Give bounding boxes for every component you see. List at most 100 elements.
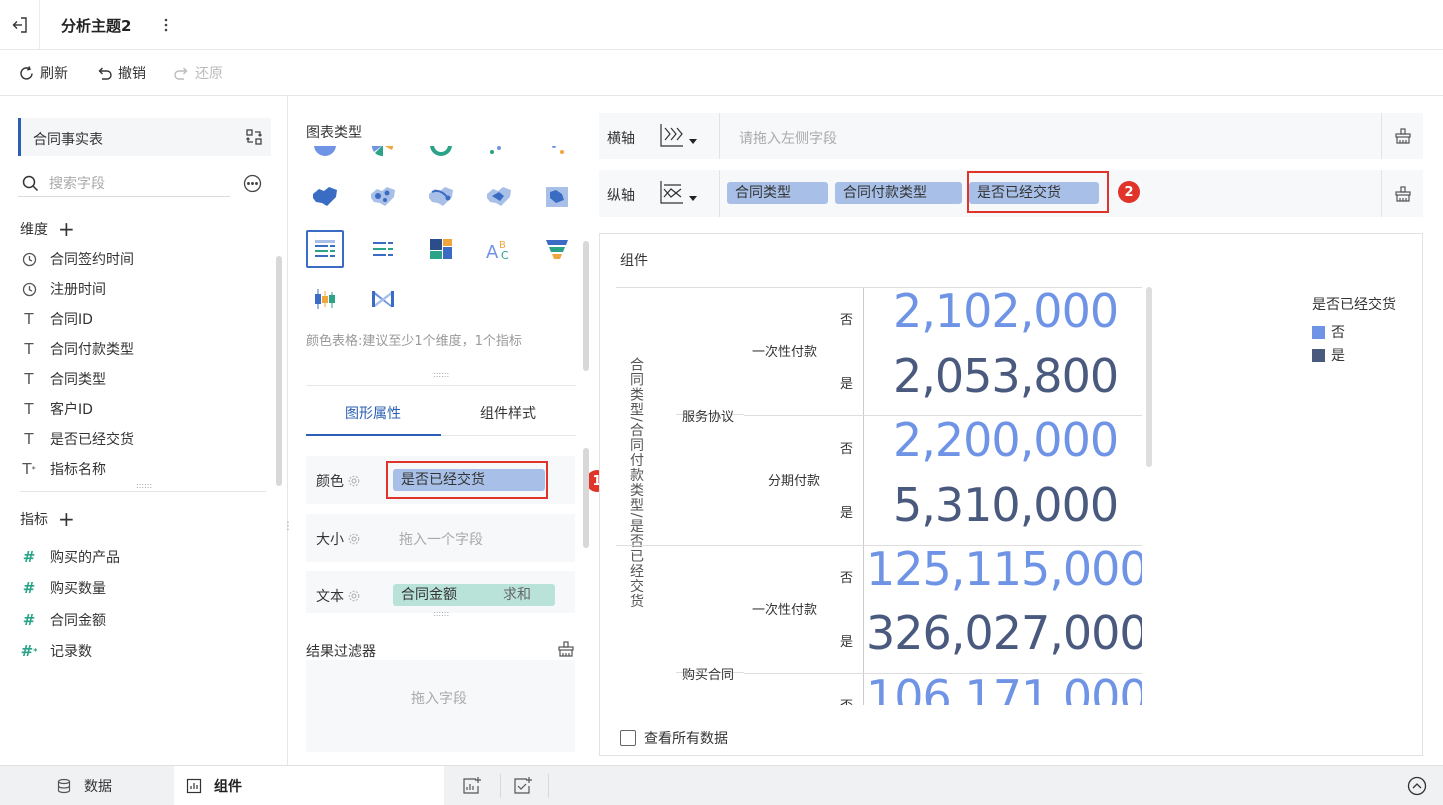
field-item[interactable]: T 合同类型	[20, 368, 106, 390]
clear-filter-icon[interactable]	[557, 640, 575, 658]
add-dimension-icon[interactable]: +	[58, 219, 75, 239]
rose-chart-icon[interactable]	[364, 146, 402, 164]
row-key: 否	[840, 571, 854, 586]
search-box	[18, 171, 230, 197]
view-all-checkbox[interactable]	[620, 730, 636, 746]
heat-map-icon[interactable]	[480, 178, 518, 216]
view-all-data-option[interactable]: 查看所有数据	[620, 728, 728, 748]
divider	[306, 385, 576, 386]
word-cloud-icon[interactable]: ABC	[480, 230, 518, 268]
add-measure-icon[interactable]: +	[58, 509, 75, 529]
table-selector[interactable]: 合同事实表	[18, 118, 271, 156]
tab-data[interactable]: 数据	[56, 766, 112, 805]
text-field-pill[interactable]: 合同金额 求和	[393, 584, 555, 606]
tab-data-label: 数据	[84, 779, 112, 795]
divider	[719, 113, 720, 159]
field-label: 合同签约时间	[50, 252, 134, 268]
calculated-text-icon: T *	[22, 460, 36, 478]
text-field-aggregation[interactable]: 求和	[503, 584, 547, 606]
legend-item[interactable]: 否	[1312, 322, 1345, 342]
tab-widget[interactable]: 组件	[174, 766, 444, 805]
tab-shape-properties[interactable]: 图形属性	[306, 403, 440, 423]
x-axis-chart-switch[interactable]	[659, 122, 697, 148]
clear-x-axis-icon[interactable]	[1381, 113, 1423, 159]
add-widget-icon[interactable]	[462, 776, 482, 796]
funnel-chart-icon[interactable]	[538, 230, 576, 268]
candlestick-chart-icon[interactable]	[306, 280, 344, 318]
redo-button[interactable]: 还原	[173, 63, 223, 83]
vertical-axis-title: 合同类型/合同付款类型/是否已经交货	[628, 357, 644, 609]
field-item[interactable]: T 合同付款类型	[20, 338, 134, 360]
text-type-icon: T	[24, 310, 34, 328]
step-badge-2: 2	[1118, 181, 1140, 203]
scatter-chart-icon[interactable]	[480, 146, 518, 164]
hash-icon: #	[22, 611, 36, 629]
map-layer-icon[interactable]	[538, 178, 576, 216]
y-axis-field-pill[interactable]: 合同付款类型	[835, 182, 962, 204]
subgroup-label: 一次性付款	[752, 603, 818, 618]
text-type-icon: T	[24, 370, 34, 388]
caret-down-icon	[689, 139, 697, 144]
field-item[interactable]: T 是否已经交货	[20, 428, 134, 450]
resize-grip-icon[interactable]: ::::::	[433, 610, 449, 618]
field-item[interactable]: T * 指标名称	[20, 458, 106, 480]
x-axis-placeholder[interactable]: 请拖入左侧字段	[739, 128, 837, 148]
field-list-scrollbar[interactable]	[276, 256, 282, 486]
tab-widget-style[interactable]: 组件样式	[441, 403, 575, 423]
field-item[interactable]: 合同签约时间	[20, 248, 134, 270]
gear-icon[interactable]	[348, 590, 360, 602]
y-axis-chart-switch[interactable]	[659, 179, 697, 205]
resize-grip-icon[interactable]: ::::::	[433, 371, 449, 379]
gear-icon[interactable]	[348, 533, 360, 545]
field-item[interactable]: # 合同金额	[20, 609, 106, 631]
y-axis-label: 纵轴	[607, 188, 635, 204]
y-axis-field-pill[interactable]: 合同类型	[727, 182, 828, 204]
collapse-up-icon[interactable]	[1407, 776, 1427, 796]
field-item[interactable]: T 合同ID	[20, 308, 93, 330]
top-bar: 分析主题2	[0, 0, 1443, 50]
row-key: 否	[840, 695, 853, 705]
flow-map-icon[interactable]	[422, 178, 460, 216]
more-vertical-icon[interactable]	[158, 14, 174, 36]
table-scrollbar[interactable]	[1146, 287, 1152, 467]
treemap-icon[interactable]	[422, 230, 460, 268]
undo-icon	[98, 67, 112, 80]
svg-text:C: C	[501, 249, 509, 262]
field-item[interactable]: # 购买的产品	[20, 546, 120, 568]
size-drop-placeholder[interactable]: 拖入一个字段	[399, 529, 483, 549]
refresh-icon	[20, 65, 33, 80]
region-map-icon[interactable]	[306, 178, 344, 216]
field-item[interactable]: 注册时间	[20, 278, 106, 300]
properties-scrollbar[interactable]	[583, 448, 589, 548]
field-label: 购买的产品	[50, 550, 120, 566]
legend-item[interactable]: 是	[1312, 345, 1345, 365]
filter-drop-zone[interactable]: 拖入字段	[306, 660, 575, 752]
field-item[interactable]: # * 记录数	[20, 640, 92, 662]
gear-icon[interactable]	[348, 475, 360, 487]
field-item[interactable]: T 客户ID	[20, 398, 93, 420]
pie-chart-icon[interactable]	[306, 146, 344, 164]
search-input[interactable]	[49, 175, 219, 192]
point-map-icon[interactable]	[364, 178, 402, 216]
chart-type-scrollbar[interactable]	[583, 241, 589, 371]
field-label: 合同ID	[50, 312, 93, 328]
point-chart-icon[interactable]	[538, 146, 576, 164]
group-label: 服务协议	[682, 410, 735, 425]
toolbar: 刷新 撤销 还原	[0, 50, 1443, 96]
more-options-icon[interactable]	[243, 174, 262, 193]
exit-icon[interactable]	[0, 0, 40, 50]
detail-table-icon[interactable]	[364, 230, 402, 268]
color-field-pill[interactable]: 是否已经交货	[393, 469, 545, 491]
field-item[interactable]: # 购买数量	[20, 577, 106, 599]
color-table-icon[interactable]	[306, 230, 344, 268]
clear-y-axis-icon[interactable]	[1381, 170, 1423, 217]
switch-table-icon[interactable]	[245, 128, 263, 146]
add-component-icon[interactable]	[513, 776, 533, 796]
ring-chart-icon[interactable]	[422, 146, 460, 164]
sankey-chart-icon[interactable]	[364, 280, 402, 318]
refresh-button[interactable]: 刷新	[18, 63, 68, 83]
resize-grip-icon[interactable]: ::::::	[136, 482, 152, 490]
svg-text:A: A	[486, 242, 499, 262]
undo-button[interactable]: 撤销	[96, 63, 146, 83]
cell-value: 2,102,000	[893, 287, 1119, 338]
